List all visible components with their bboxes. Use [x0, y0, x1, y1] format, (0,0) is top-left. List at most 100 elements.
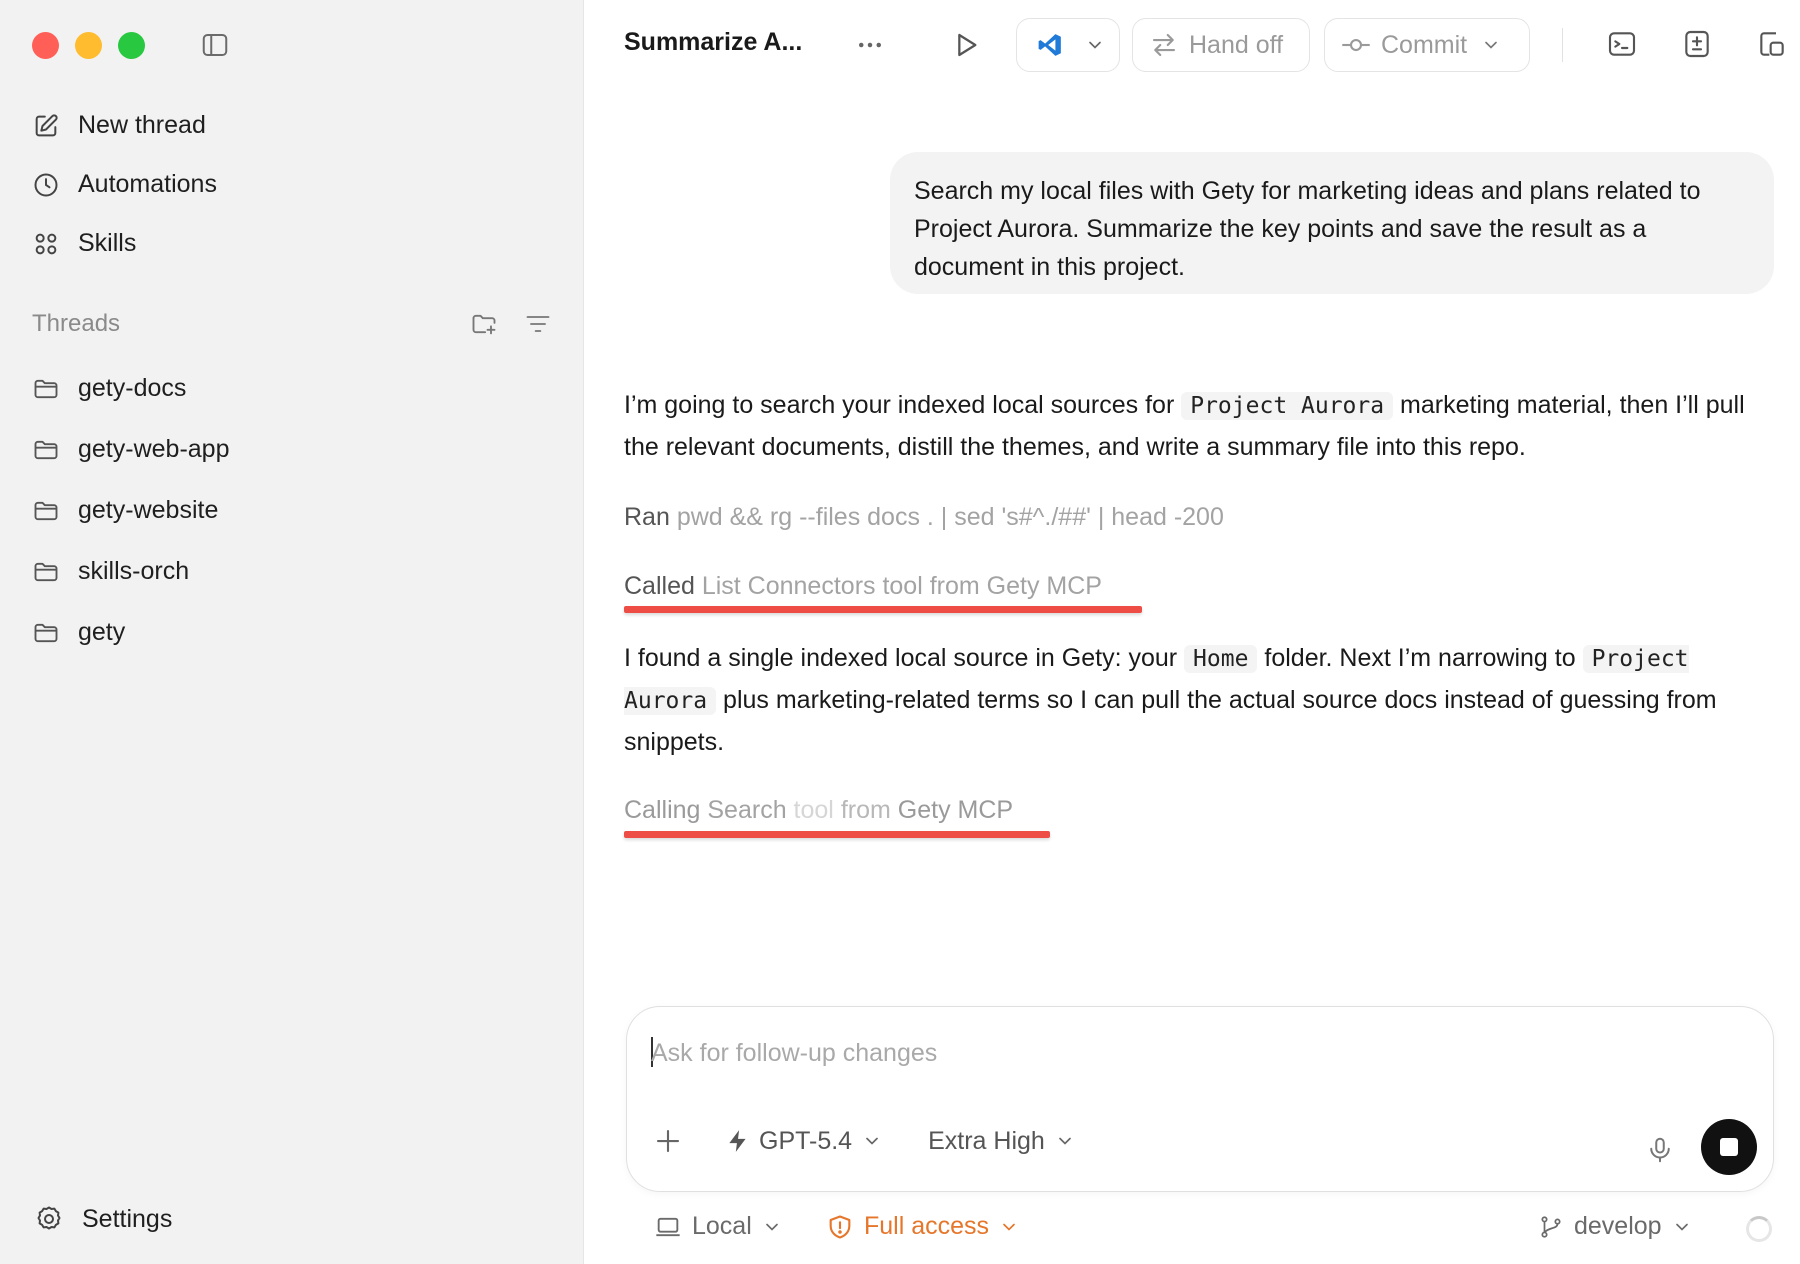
grid-icon	[35, 233, 57, 254]
composer: GPT-5.4 Extra High	[626, 1006, 1774, 1192]
chevron-down-icon	[866, 1137, 878, 1145]
assistant-message: I found a single indexed local source in…	[624, 638, 1774, 763]
effort-selector[interactable]: Extra High	[928, 1127, 1075, 1156]
hand-off-label: Hand off	[1189, 30, 1284, 59]
tool-step-called[interactable]: Called List Connectors tool from Gety MC…	[624, 572, 1102, 601]
main-panel: Summarize A... Hand off Commit Search my…	[584, 0, 1800, 1264]
thread-item-gety[interactable]: gety	[32, 602, 552, 663]
sidebar-toggle-icon[interactable]	[200, 30, 230, 60]
loading-spinner-icon	[1746, 1216, 1772, 1242]
model-selector[interactable]: GPT-5.4	[725, 1127, 882, 1156]
stop-button[interactable]	[1701, 1119, 1757, 1175]
microphone-icon[interactable]	[1645, 1135, 1675, 1165]
thread-item-gety-web-app[interactable]: gety-web-app	[32, 419, 552, 480]
chevron-down-icon	[1675, 1223, 1688, 1231]
thread-label: skills-orch	[78, 557, 190, 585]
follow-up-input[interactable]	[651, 1033, 1651, 1073]
zoom-window-button[interactable]	[118, 32, 145, 59]
folder-icon	[34, 501, 58, 520]
sidebar-nav: New thread Automations Skills	[32, 96, 552, 273]
thread-item-gety-docs[interactable]: gety-docs	[32, 358, 552, 419]
step-detail: tool	[786, 796, 834, 824]
step-detail: from	[833, 796, 891, 824]
effort-label: Extra High	[928, 1126, 1045, 1155]
diff-icon[interactable]	[1681, 28, 1713, 60]
new-folder-icon[interactable]	[470, 310, 498, 338]
message-text: plus marketing-related terms so I can pu…	[624, 686, 1717, 756]
user-message-bubble: Search my local files with Gety for mark…	[890, 152, 1774, 294]
gear-icon	[37, 1206, 61, 1230]
step-verb: Called	[624, 572, 695, 600]
vscode-icon	[1038, 34, 1061, 56]
composer-controls: GPT-5.4 Extra High	[653, 1119, 1075, 1163]
assistant-message: I’m going to search your indexed local s…	[624, 385, 1774, 468]
lightning-icon	[729, 1130, 746, 1152]
step-detail: pwd && rg --files docs . | sed 's#^./##'…	[669, 503, 1224, 531]
threads-tools	[470, 310, 552, 338]
sidebar-item-skills[interactable]: Skills	[32, 214, 552, 273]
hand-off-button[interactable]: Hand off	[1132, 18, 1310, 72]
branch-selector[interactable]: develop	[1538, 1212, 1692, 1241]
thread-label: gety-web-app	[78, 435, 230, 463]
chevron-down-icon[interactable]	[1481, 35, 1501, 55]
commit-label: Commit	[1381, 30, 1468, 59]
message-text: I’m going to search your indexed local s…	[624, 391, 1182, 419]
terminal-icon[interactable]	[1606, 28, 1638, 60]
access-level-selector[interactable]: Full access	[826, 1212, 1019, 1241]
red-underline-annotation	[624, 831, 1050, 838]
step-detail: List Connectors tool from Gety MCP	[694, 572, 1102, 600]
more-options-icon[interactable]	[854, 30, 886, 60]
commit-button[interactable]: Commit	[1324, 18, 1530, 72]
environment-selector[interactable]: Local	[654, 1212, 782, 1241]
folder-icon	[34, 623, 58, 642]
app-window: New thread Automations Skills Threads ge…	[0, 0, 1800, 1264]
sidebar: New thread Automations Skills Threads ge…	[0, 0, 584, 1264]
message-text: folder. Next I’m narrowing to	[1257, 644, 1583, 672]
filter-icon[interactable]	[524, 310, 552, 338]
toolbar-divider	[1562, 28, 1563, 62]
threads-label: Threads	[32, 310, 121, 337]
sidebar-item-label: New thread	[78, 111, 206, 139]
settings-button[interactable]: Settings	[34, 1204, 172, 1234]
chevron-down-icon	[765, 1223, 778, 1231]
chevron-down-icon	[1058, 1137, 1071, 1145]
step-detail: Gety MCP	[890, 796, 1014, 824]
thread-item-gety-website[interactable]: gety-website	[32, 480, 552, 541]
commit-icon	[1342, 38, 1370, 52]
environment-label: Local	[692, 1212, 752, 1240]
threads-header: Threads	[32, 306, 552, 342]
thread-list: gety-docs gety-web-app gety-website skil…	[32, 358, 552, 663]
window-controls	[32, 32, 145, 59]
red-underline-annotation	[624, 606, 1142, 613]
chevron-down-icon	[1003, 1223, 1015, 1231]
git-branch-icon	[1541, 1215, 1561, 1238]
folder-icon	[34, 440, 58, 459]
run-play-icon[interactable]	[950, 29, 982, 61]
sidebar-item-label: Automations	[78, 170, 217, 198]
tool-step-ran[interactable]: Ran pwd && rg --files docs . | sed 's#^.…	[624, 503, 1224, 532]
sidebar-item-new-thread[interactable]: New thread	[32, 96, 552, 155]
inline-code: Project Aurora	[1181, 392, 1394, 420]
folder-icon	[34, 379, 58, 398]
access-label: Full access	[864, 1212, 990, 1240]
close-window-button[interactable]	[32, 32, 59, 59]
status-footer: Local Full access develop	[584, 1212, 1800, 1252]
open-in-editor-button[interactable]	[1016, 18, 1120, 72]
copy-window-icon[interactable]	[1756, 28, 1788, 60]
thread-label: gety	[78, 618, 126, 646]
tool-step-calling[interactable]: Calling Search tool from Gety MCP	[624, 796, 1013, 825]
thread-label: gety-docs	[78, 374, 187, 402]
stop-icon	[1720, 1138, 1738, 1156]
top-toolbar: Summarize A... Hand off Commit	[584, 14, 1800, 76]
thread-title[interactable]: Summarize A...	[624, 28, 802, 57]
folder-icon	[34, 562, 58, 581]
plus-icon[interactable]	[653, 1126, 683, 1156]
sidebar-item-label: Skills	[78, 229, 137, 257]
minimize-window-button[interactable]	[75, 32, 102, 59]
laptop-icon	[656, 1217, 680, 1236]
clock-icon	[34, 173, 58, 196]
thread-label: gety-website	[78, 496, 219, 524]
thread-item-skills-orch[interactable]: skills-orch	[32, 541, 552, 602]
branch-label: develop	[1574, 1212, 1662, 1240]
sidebar-item-automations[interactable]: Automations	[32, 155, 552, 214]
